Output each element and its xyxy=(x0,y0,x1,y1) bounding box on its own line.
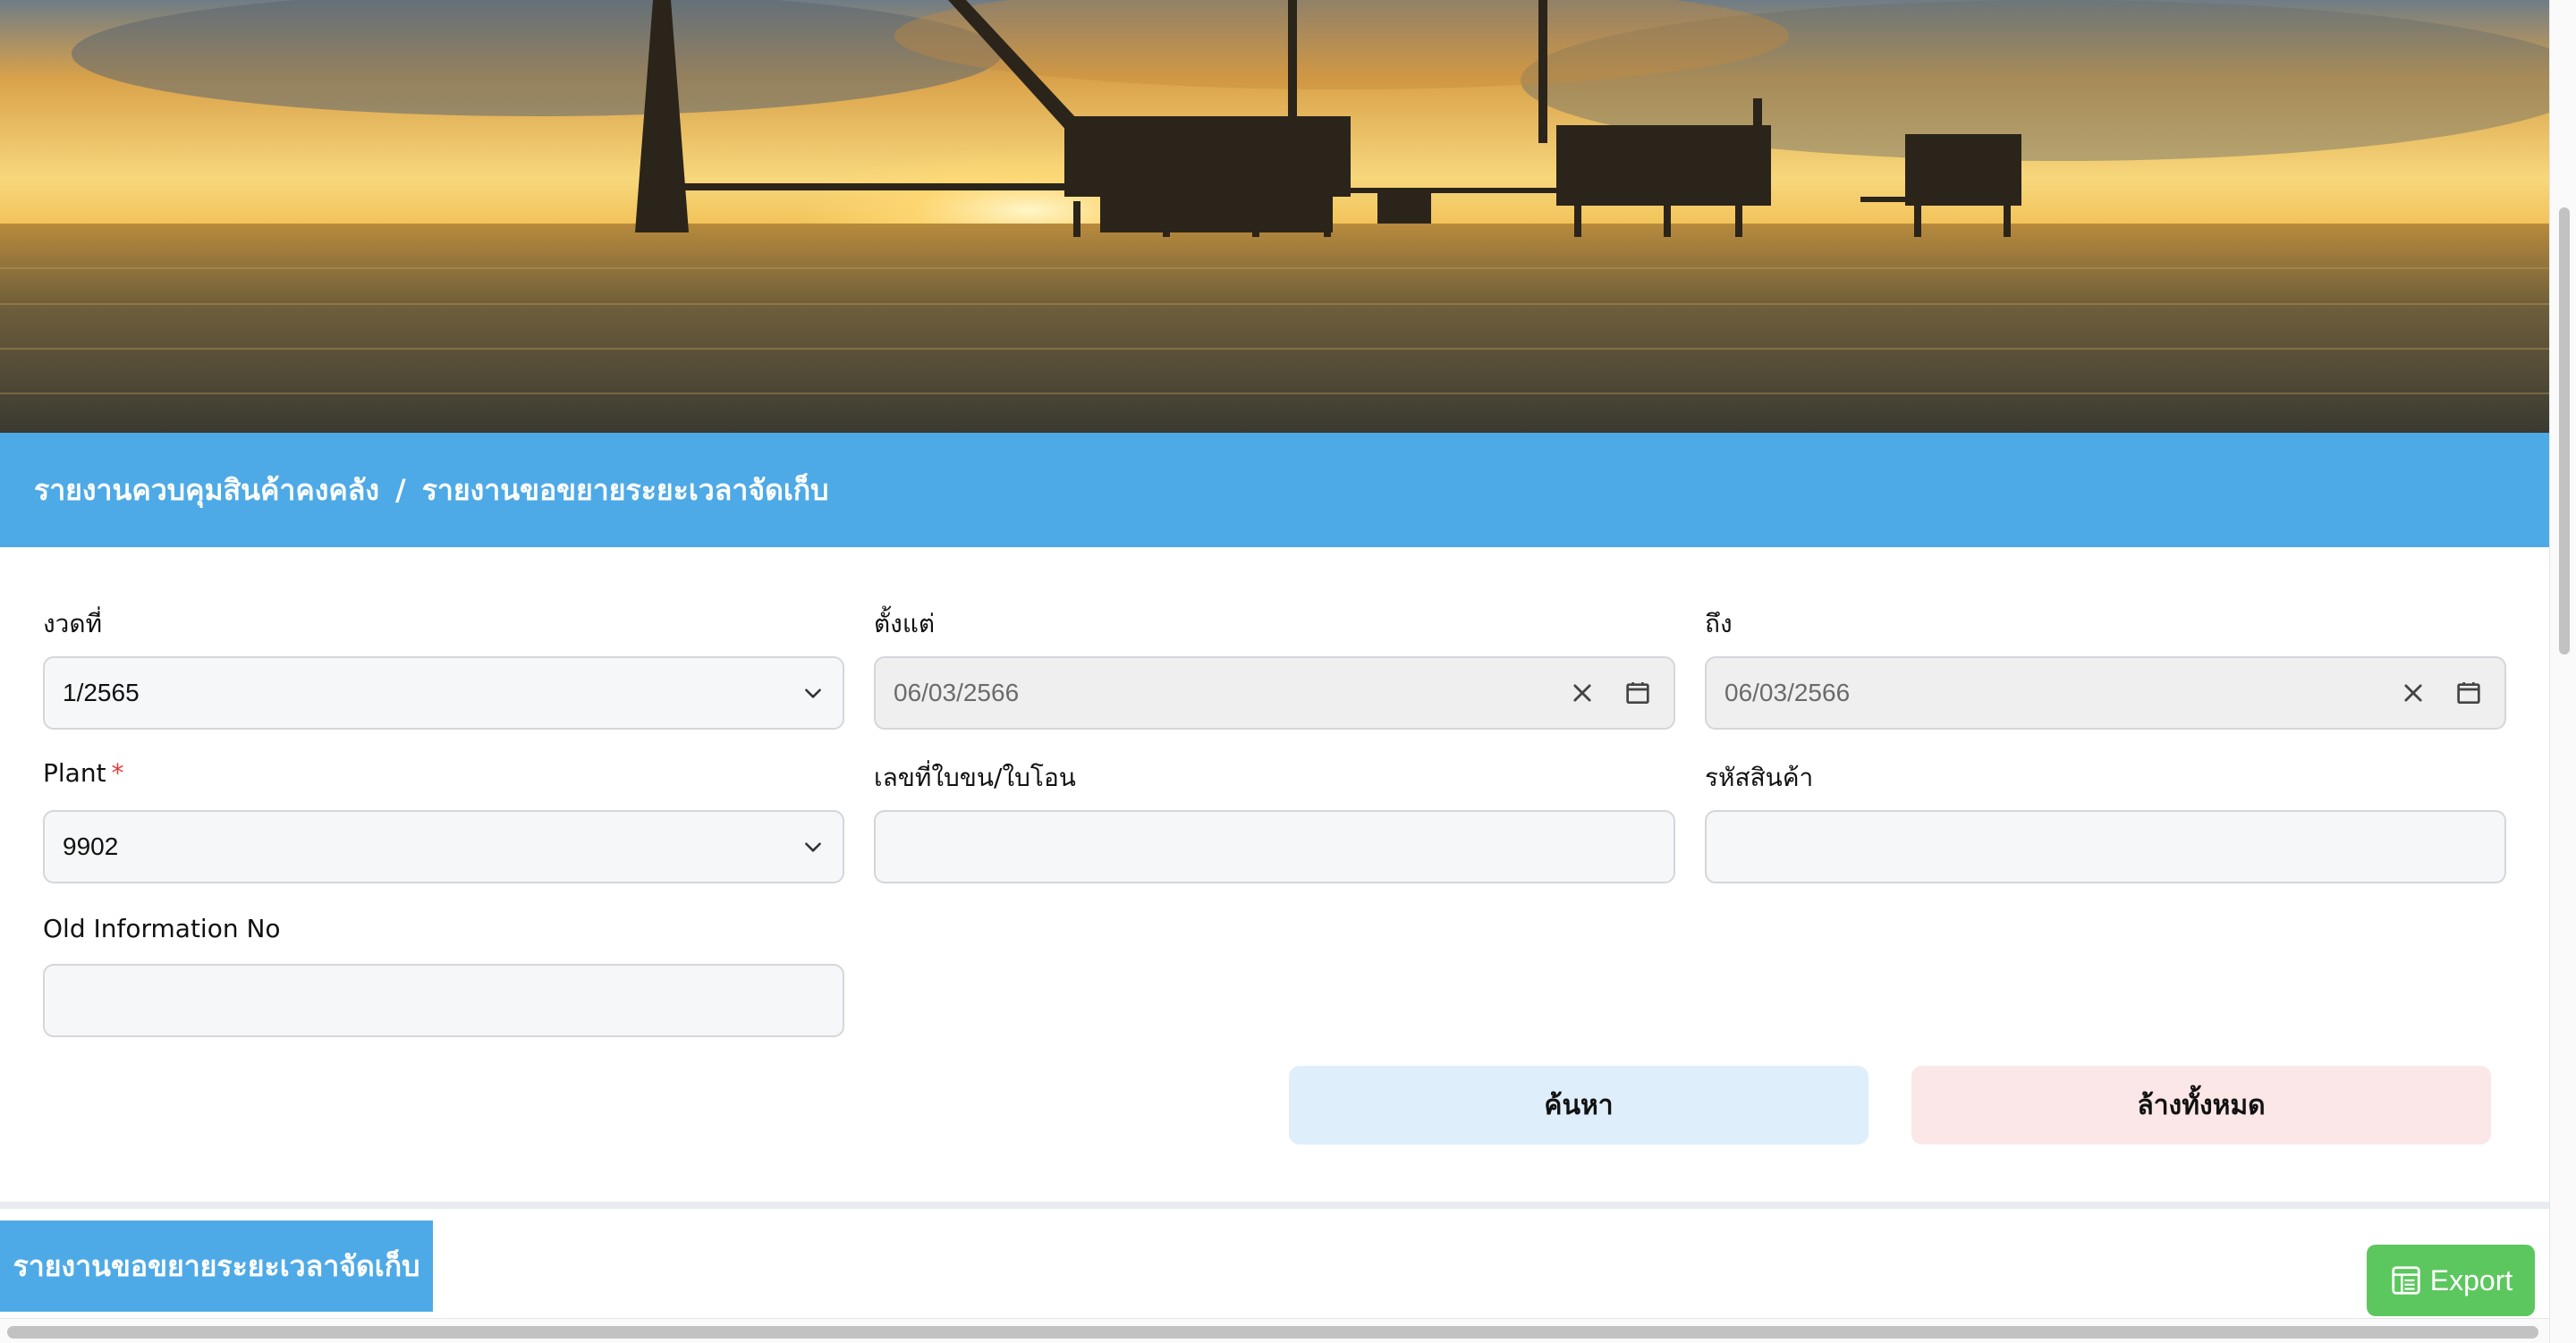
calendar-icon[interactable] xyxy=(2451,675,2487,711)
required-mark: * xyxy=(111,758,124,788)
chevron-down-icon xyxy=(805,688,821,698)
vertical-scrollbar-thumb[interactable] xyxy=(2559,207,2570,655)
chevron-down-icon xyxy=(805,842,821,852)
date-from-value: 06/03/2566 xyxy=(894,679,1020,706)
date-from-input[interactable]: 06/03/2566 xyxy=(874,656,1675,730)
horizontal-scrollbar[interactable] xyxy=(0,1318,2549,1343)
calendar-icon[interactable] xyxy=(1620,675,1656,711)
hero-banner-image xyxy=(0,0,2549,433)
plant-label: Plant * xyxy=(43,758,124,788)
vertical-scrollbar[interactable] xyxy=(2549,0,2576,1343)
transport-doc-no-input[interactable] xyxy=(874,810,1675,883)
horizontal-scrollbar-thumb[interactable] xyxy=(7,1326,2538,1339)
breadcrumb: รายงานควบคุมสินค้าคงคลัง / รายงานขอขยายร… xyxy=(0,433,2549,547)
spreadsheet-icon xyxy=(2392,1266,2420,1295)
report-tab[interactable]: รายงานขอขยายระยะเวลาจัดเก็บ xyxy=(0,1221,433,1312)
export-button[interactable]: Export xyxy=(2367,1245,2535,1316)
breadcrumb-separator: / xyxy=(395,473,406,507)
period-label: งวดที่ xyxy=(43,609,103,638)
date-to-label: ถึง xyxy=(1705,609,1733,638)
plant-value: 9902 xyxy=(63,832,119,860)
export-label: Export xyxy=(2429,1263,2513,1297)
product-code-label: รหัสสินค้า xyxy=(1705,763,1814,792)
breadcrumb-parent[interactable]: รายงานควบคุมสินค้าคงคลัง xyxy=(34,468,379,513)
clear-icon[interactable] xyxy=(2395,675,2431,711)
clear-icon[interactable] xyxy=(1564,675,1600,711)
breadcrumb-current: รายงานขอขยายระยะเวลาจัดเก็บ xyxy=(421,472,829,507)
product-code-input[interactable] xyxy=(1705,810,2506,883)
transport-doc-no-label: เลขที่ใบขน/ใบโอน xyxy=(874,763,1076,792)
search-button[interactable]: ค้นหา xyxy=(1289,1066,1868,1145)
date-from-label: ตั้งแต่ xyxy=(874,609,936,638)
period-select[interactable]: 1/2565 xyxy=(43,656,844,730)
page: รายงานควบคุมสินค้าคงคลัง / รายงานขอขยายร… xyxy=(0,0,2549,1343)
section-divider xyxy=(0,1202,2549,1209)
old-info-no-label: Old Information No xyxy=(43,914,281,943)
date-to-value: 06/03/2566 xyxy=(1724,679,1851,706)
old-info-no-input[interactable] xyxy=(43,964,844,1037)
plant-select[interactable]: 9902 xyxy=(43,810,844,883)
period-value: 1/2565 xyxy=(63,679,140,706)
date-to-input[interactable]: 06/03/2566 xyxy=(1705,656,2506,730)
plant-label-text: Plant xyxy=(43,758,106,788)
clear-all-button[interactable]: ล้างทั้งหมด xyxy=(1911,1066,2491,1145)
